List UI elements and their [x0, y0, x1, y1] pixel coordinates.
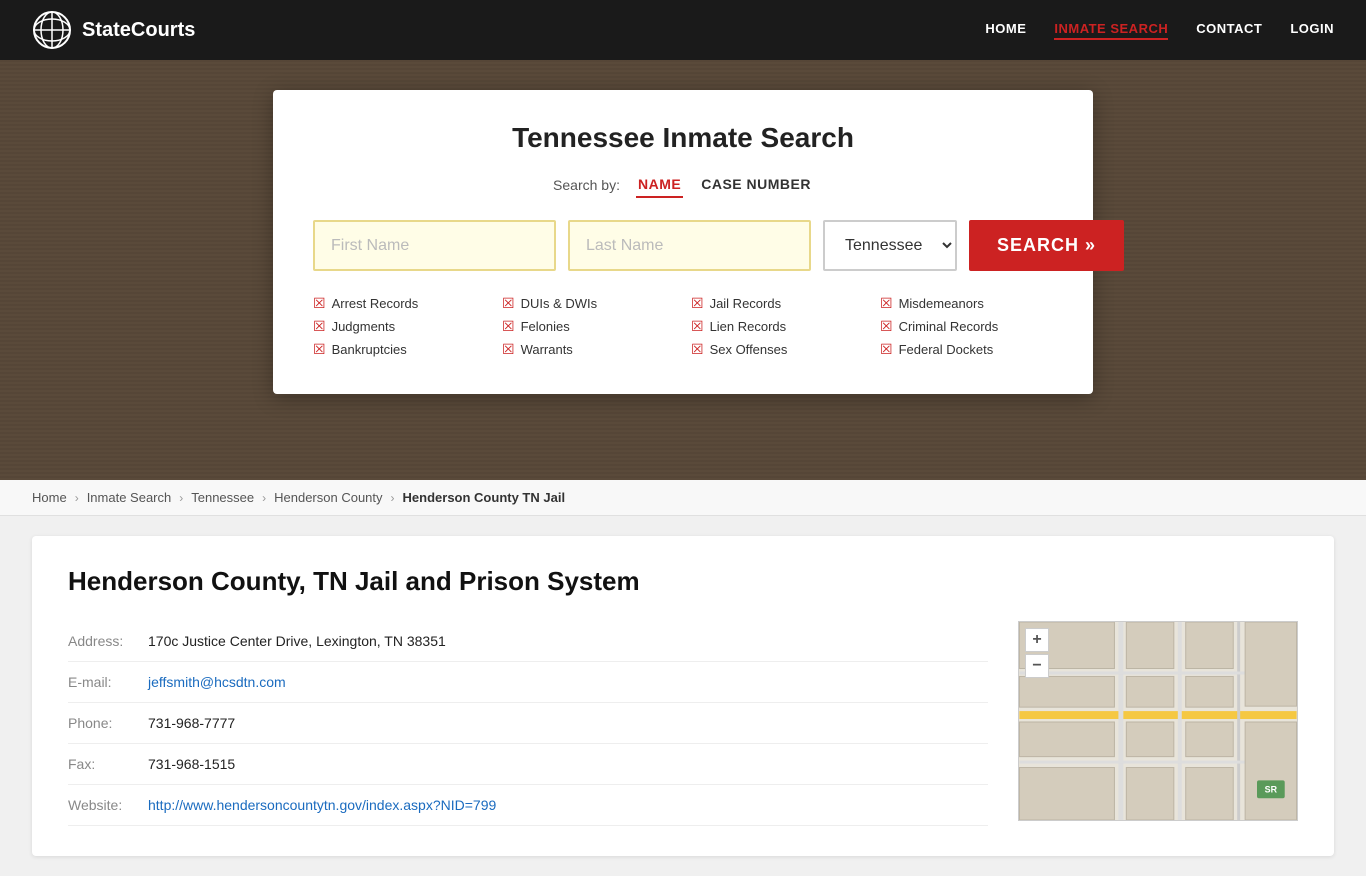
phone-label: Phone: — [68, 715, 148, 731]
check-misdemeanors: ☒ Misdemeanors — [880, 295, 1053, 312]
breadcrumb: Home › Inmate Search › Tennessee › Hende… — [0, 480, 1366, 516]
check-bankruptcies: ☒ Bankruptcies — [313, 341, 486, 358]
check-jail-records: ☒ Jail Records — [691, 295, 864, 312]
check-icon: ☒ — [502, 341, 515, 358]
check-icon: ☒ — [313, 318, 326, 335]
check-label: Felonies — [521, 319, 570, 334]
check-sex-offenses: ☒ Sex Offenses — [691, 341, 864, 358]
breadcrumb-sep: › — [179, 491, 183, 505]
info-section: Address: 170c Justice Center Drive, Lexi… — [68, 621, 988, 826]
check-felonies: ☒ Felonies — [502, 318, 675, 335]
search-card-title: Tennessee Inmate Search — [313, 122, 1053, 154]
breadcrumb-sep: › — [391, 491, 395, 505]
search-by-label: Search by: — [553, 177, 620, 193]
last-name-input[interactable] — [568, 220, 811, 271]
info-row-website: Website: http://www.hendersoncountytn.go… — [68, 785, 988, 826]
email-value[interactable]: jeffsmith@hcsdtn.com — [148, 674, 286, 690]
check-label: Lien Records — [710, 319, 787, 334]
check-arrest-records: ☒ Arrest Records — [313, 295, 486, 312]
check-icon: ☒ — [880, 295, 893, 312]
first-name-input[interactable] — [313, 220, 556, 271]
site-header: StateCourts HOME INMATE SEARCH CONTACT L… — [0, 0, 1366, 60]
search-button[interactable]: SEARCH » — [969, 220, 1124, 271]
check-label: Criminal Records — [899, 319, 999, 334]
check-federal-dockets: ☒ Federal Dockets — [880, 341, 1053, 358]
logo-icon — [32, 10, 72, 50]
check-label: Jail Records — [710, 296, 782, 311]
website-value[interactable]: http://www.hendersoncountytn.gov/index.a… — [148, 797, 496, 813]
breadcrumb-inmate-search[interactable]: Inmate Search — [87, 490, 172, 505]
hero-section: COURTHOUSE Tennessee Inmate Search Searc… — [0, 60, 1366, 480]
check-icon: ☒ — [691, 341, 704, 358]
address-value: 170c Justice Center Drive, Lexington, TN… — [148, 633, 446, 649]
facility-title: Henderson County, TN Jail and Prison Sys… — [68, 566, 1298, 597]
check-icon: ☒ — [313, 341, 326, 358]
breadcrumb-home[interactable]: Home — [32, 490, 67, 505]
fax-value: 731-968-1515 — [148, 756, 235, 772]
tab-name[interactable]: NAME — [636, 172, 683, 198]
breadcrumb-county[interactable]: Henderson County — [274, 490, 382, 505]
check-label: Misdemeanors — [899, 296, 984, 311]
check-lien-records: ☒ Lien Records — [691, 318, 864, 335]
phone-value: 731-968-7777 — [148, 715, 235, 731]
state-select[interactable]: Tennessee — [823, 220, 957, 271]
check-label: Bankruptcies — [332, 342, 407, 357]
map-section: + − — [1018, 621, 1298, 826]
logo-link[interactable]: StateCourts — [32, 10, 195, 50]
content-inner: Address: 170c Justice Center Drive, Lexi… — [68, 621, 1298, 826]
breadcrumb-sep: › — [75, 491, 79, 505]
logo-text: StateCourts — [82, 19, 195, 42]
breadcrumb-sep: › — [262, 491, 266, 505]
main-content: Henderson County, TN Jail and Prison Sys… — [0, 516, 1366, 876]
info-row-fax: Fax: 731-968-1515 — [68, 744, 988, 785]
check-label: Arrest Records — [332, 296, 419, 311]
info-row-email: E-mail: jeffsmith@hcsdtn.com — [68, 662, 988, 703]
check-icon: ☒ — [313, 295, 326, 312]
check-criminal-records: ☒ Criminal Records — [880, 318, 1053, 335]
info-row-address: Address: 170c Justice Center Drive, Lexi… — [68, 621, 988, 662]
nav-login[interactable]: LOGIN — [1290, 21, 1334, 40]
email-label: E-mail: — [68, 674, 148, 690]
check-icon: ☒ — [502, 318, 515, 335]
check-label: Federal Dockets — [899, 342, 994, 357]
check-label: Warrants — [521, 342, 573, 357]
tab-case-number[interactable]: CASE NUMBER — [699, 172, 813, 198]
nav-home[interactable]: HOME — [985, 21, 1026, 40]
check-icon: ☒ — [880, 341, 893, 358]
breadcrumb-current: Henderson County TN Jail — [403, 490, 566, 505]
search-by-row: Search by: NAME CASE NUMBER — [313, 172, 1053, 198]
address-label: Address: — [68, 633, 148, 649]
check-icon: ☒ — [691, 318, 704, 335]
check-icon: ☒ — [502, 295, 515, 312]
map-container[interactable]: + − — [1018, 621, 1298, 821]
fax-label: Fax: — [68, 756, 148, 772]
check-judgments: ☒ Judgments — [313, 318, 486, 335]
check-duis: ☒ DUIs & DWIs — [502, 295, 675, 312]
checks-grid: ☒ Arrest Records ☒ DUIs & DWIs ☒ Jail Re… — [313, 295, 1053, 358]
main-nav: HOME INMATE SEARCH CONTACT LOGIN — [985, 21, 1334, 40]
nav-inmate-search[interactable]: INMATE SEARCH — [1054, 21, 1168, 40]
map-svg: SR — [1019, 622, 1297, 820]
map-zoom-in[interactable]: + — [1025, 628, 1049, 652]
content-card: Henderson County, TN Jail and Prison Sys… — [32, 536, 1334, 856]
search-card: Tennessee Inmate Search Search by: NAME … — [273, 90, 1093, 394]
search-inputs-row: Tennessee SEARCH » — [313, 220, 1053, 271]
check-icon: ☒ — [691, 295, 704, 312]
check-label: Sex Offenses — [710, 342, 788, 357]
map-zoom-out[interactable]: − — [1025, 654, 1049, 678]
check-label: Judgments — [332, 319, 396, 334]
nav-contact[interactable]: CONTACT — [1196, 21, 1262, 40]
website-label: Website: — [68, 797, 148, 813]
breadcrumb-state[interactable]: Tennessee — [191, 490, 254, 505]
info-row-phone: Phone: 731-968-7777 — [68, 703, 988, 744]
check-icon: ☒ — [880, 318, 893, 335]
check-warrants: ☒ Warrants — [502, 341, 675, 358]
svg-text:SR: SR — [1265, 784, 1278, 794]
check-label: DUIs & DWIs — [521, 296, 598, 311]
